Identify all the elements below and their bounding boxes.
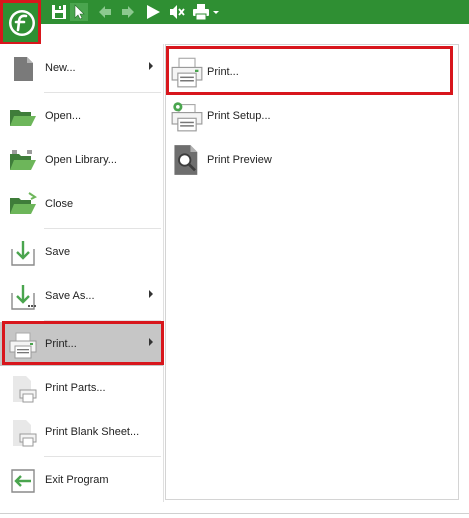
save-icon[interactable] xyxy=(50,3,68,21)
menu-item-label: Print Blank Sheet... xyxy=(45,426,140,438)
menu-separator xyxy=(44,92,161,93)
menu-separator xyxy=(44,228,161,229)
print-icon[interactable] xyxy=(192,3,210,21)
menu-item-close[interactable]: Close xyxy=(0,182,163,226)
print-parts-icon xyxy=(9,375,37,403)
back-arrow-icon[interactable] xyxy=(96,3,114,21)
menu-item-label: Exit Program xyxy=(45,474,109,486)
print-blank-sheet-icon xyxy=(9,419,37,447)
highlight-print-submenu-item xyxy=(166,46,453,95)
menu-divider xyxy=(163,44,164,502)
open-folder-icon xyxy=(9,103,37,131)
print-submenu: Print... Print Setup... Print Preview xyxy=(165,44,459,500)
dropdown-caret-icon[interactable] xyxy=(211,3,221,21)
submenu-item-print-preview[interactable]: Print Preview xyxy=(166,139,458,181)
menu-separator xyxy=(44,456,161,457)
menu-item-print-parts[interactable]: Print Parts... xyxy=(0,366,163,410)
forward-arrow-icon[interactable] xyxy=(119,3,137,21)
close-folder-icon xyxy=(9,191,37,219)
play-icon[interactable] xyxy=(144,3,162,21)
window-bottom-border xyxy=(0,513,469,514)
menu-item-label: Open... xyxy=(45,110,82,122)
submenu-item-label: Print Setup... xyxy=(207,110,271,122)
app-logo-icon xyxy=(9,10,35,36)
mute-icon[interactable] xyxy=(168,3,186,21)
submenu-arrow-icon xyxy=(149,62,153,70)
open-library-folder-icon xyxy=(9,147,37,175)
menu-item-label: New... xyxy=(45,62,76,74)
new-document-icon xyxy=(9,55,37,83)
menu-item-save-as[interactable]: Save As... xyxy=(0,274,163,318)
exit-icon xyxy=(9,467,37,495)
save-arrow-icon xyxy=(9,239,37,267)
menu-item-print-blank-sheet[interactable]: Print Blank Sheet... xyxy=(0,410,163,454)
menu-item-save[interactable]: Save xyxy=(0,230,163,274)
submenu-item-label: Print Preview xyxy=(207,154,272,166)
menu-item-new[interactable]: New... xyxy=(0,46,163,90)
print-setup-icon xyxy=(171,100,203,132)
save-as-icon xyxy=(9,283,37,311)
menu-item-open[interactable]: Open... xyxy=(0,94,163,138)
menu-item-label: Open Library... xyxy=(45,154,117,166)
quick-access-toolbar xyxy=(0,0,469,24)
submenu-item-print-setup[interactable]: Print Setup... xyxy=(166,95,458,137)
menu-item-label: Close xyxy=(45,198,74,210)
application-menu: New... Open... Open Library... Close Sav… xyxy=(0,44,163,502)
submenu-arrow-icon xyxy=(149,290,153,298)
highlight-print-menu-item xyxy=(2,321,164,365)
menu-item-label: Save xyxy=(45,246,71,258)
select-cursor-icon[interactable] xyxy=(70,3,88,21)
menu-item-exit-program[interactable]: Exit Program xyxy=(0,458,163,502)
menu-item-label: Print Parts... xyxy=(45,382,106,394)
print-preview-icon xyxy=(171,144,203,176)
menu-item-label: Save As... xyxy=(45,290,95,302)
application-menu-button[interactable] xyxy=(0,0,41,45)
menu-item-open-library[interactable]: Open Library... xyxy=(0,138,163,182)
